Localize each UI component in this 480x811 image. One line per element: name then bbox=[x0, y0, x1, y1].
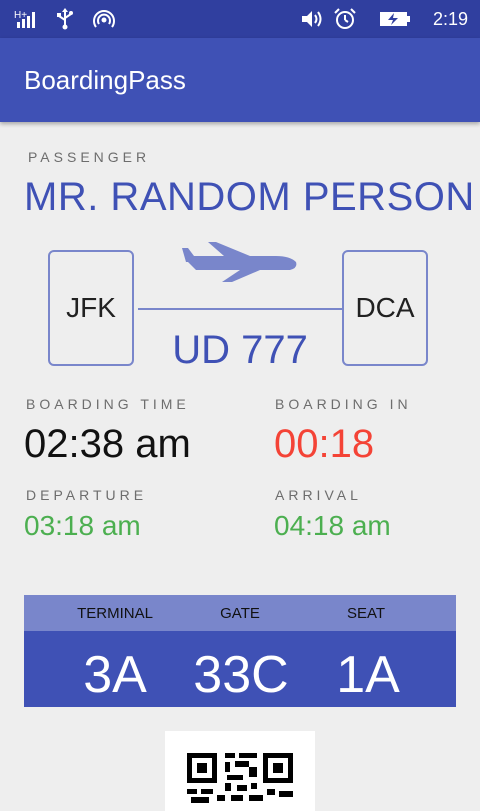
departure-label: DEPARTURE bbox=[26, 487, 148, 503]
flight-number: UD 777 bbox=[172, 328, 308, 372]
app-bar: BoardingPass bbox=[0, 38, 480, 122]
route-line bbox=[138, 308, 342, 310]
terminal-label: TERMINAL bbox=[77, 605, 153, 622]
alarm-icon bbox=[333, 8, 357, 30]
destination-airport: DCA bbox=[342, 250, 428, 366]
info-header: TERMINAL GATE SEAT bbox=[24, 595, 456, 631]
seat-label: SEAT bbox=[346, 605, 386, 622]
svg-text:H+: H+ bbox=[14, 10, 27, 21]
passenger-name: MR. RANDOM PERSON bbox=[24, 175, 475, 219]
seat-value: 1A bbox=[336, 646, 400, 704]
departure-value: 03:18 am bbox=[24, 510, 141, 541]
boarding-in-value: 00:18 bbox=[274, 422, 375, 466]
arrival-value: 04:18 am bbox=[274, 510, 391, 541]
boarding-time-label: BOARDING TIME bbox=[26, 396, 190, 412]
terminal-value: 3A bbox=[83, 646, 147, 704]
gate-label: GATE bbox=[220, 605, 260, 622]
hotspot-icon bbox=[92, 8, 116, 30]
origin-airport: JFK bbox=[48, 250, 134, 366]
boarding-in-label: BOARDING IN bbox=[275, 396, 412, 412]
gate-value: 33C bbox=[193, 646, 289, 704]
usb-icon bbox=[56, 8, 74, 30]
airplane-icon bbox=[180, 242, 300, 289]
arrival-label: ARRIVAL bbox=[275, 487, 362, 503]
h-plus-signal-icon: H+ bbox=[14, 8, 38, 30]
boarding-time-value: 02:38 am bbox=[24, 422, 191, 466]
info-values: 3A 33C 1A bbox=[24, 631, 456, 707]
status-bar: H+ 2:19 bbox=[0, 0, 480, 38]
battery-charging-icon bbox=[379, 10, 411, 28]
passenger-label: PASSENGER bbox=[28, 149, 151, 165]
app-title: BoardingPass bbox=[24, 65, 186, 95]
qr-card bbox=[165, 731, 315, 811]
status-clock: 2:19 bbox=[432, 8, 468, 29]
vibrate-icon bbox=[299, 8, 323, 30]
